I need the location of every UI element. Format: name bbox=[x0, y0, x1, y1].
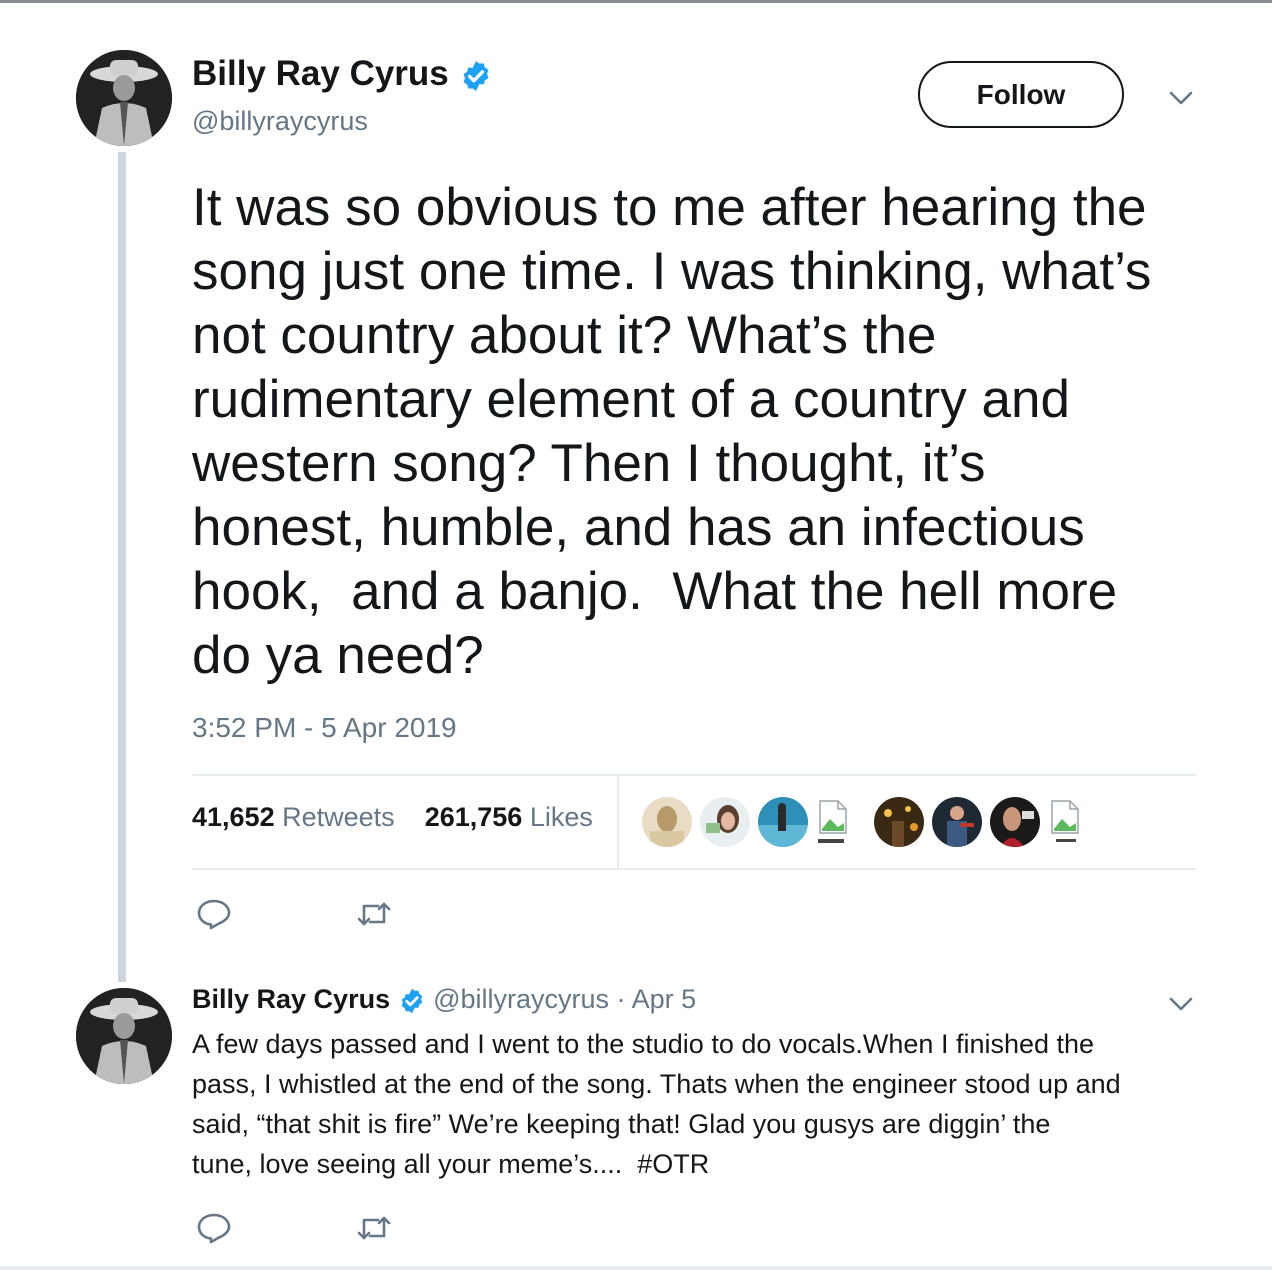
engagement-stats: 41,652 Retweets 261,756 Likes bbox=[192, 802, 593, 833]
avatar-photo-icon bbox=[76, 988, 172, 1084]
tweet-text: It was so obvious to me after hearing th… bbox=[192, 176, 1202, 688]
retweet-icon[interactable] bbox=[356, 898, 392, 930]
verified-badge-icon bbox=[463, 60, 488, 91]
likes-label: Likes bbox=[529, 802, 593, 832]
reply-date[interactable]: · Apr 5 bbox=[617, 984, 697, 1014]
tweet-text-line: hook, and a banjo. What the hell more bbox=[192, 562, 1118, 621]
verified-badge-icon bbox=[401, 988, 422, 1014]
window-bottom-border bbox=[0, 1266, 1272, 1270]
broken-image-icon bbox=[818, 800, 847, 843]
liker-avatar[interactable] bbox=[758, 797, 808, 847]
tweet-text-line: honest, humble, and has an infectious bbox=[192, 498, 1085, 557]
author-handle[interactable]: @billyraycyrus bbox=[192, 106, 368, 137]
follow-button[interactable]: Follow bbox=[918, 61, 1124, 128]
tweet-text-line: song just one time. I was thinking, what… bbox=[192, 242, 1152, 301]
liker-avatar[interactable] bbox=[642, 797, 692, 847]
retweet-icon[interactable] bbox=[356, 1212, 392, 1244]
tweet-timestamp[interactable]: 3:52 PM - 5 Apr 2019 bbox=[192, 712, 457, 744]
liker-avatar[interactable] bbox=[874, 797, 924, 847]
liker-avatar[interactable] bbox=[700, 797, 750, 847]
retweets-stat[interactable]: 41,652 Retweets bbox=[192, 802, 395, 832]
reply-text-line: tune, love seeing all your meme’s.... #O… bbox=[192, 1149, 710, 1179]
tweet-text-line: do ya need? bbox=[192, 626, 484, 685]
reply-text-line: A few days passed and I went to the stud… bbox=[192, 1029, 1095, 1059]
tweet-text-line: not country about it? What’s the bbox=[192, 306, 937, 365]
chevron-down-icon[interactable] bbox=[1168, 90, 1194, 106]
reply-author-avatar[interactable] bbox=[76, 988, 172, 1084]
liker-avatar[interactable] bbox=[932, 797, 982, 847]
window-top-border bbox=[0, 0, 1272, 3]
author-name-row[interactable]: Billy Ray Cyrus bbox=[192, 54, 493, 94]
retweets-count: 41,652 bbox=[192, 802, 275, 832]
reply-text: A few days passed and I went to the stud… bbox=[192, 1024, 1172, 1184]
stats-divider-bottom bbox=[192, 868, 1196, 870]
stats-divider-top bbox=[192, 774, 1196, 776]
retweets-label: Retweets bbox=[282, 802, 395, 832]
author-name[interactable]: Billy Ray Cyrus bbox=[192, 54, 449, 93]
reply-author-name[interactable]: Billy Ray Cyrus bbox=[192, 984, 390, 1014]
tweet-text-line: western song? Then I thought, it’s bbox=[192, 434, 986, 493]
reply-author-handle[interactable]: @billyraycyrus bbox=[433, 984, 609, 1014]
author-avatar[interactable] bbox=[76, 50, 172, 146]
reply-text-line: pass, I whistled at the end of the song.… bbox=[192, 1069, 1121, 1099]
liker-avatar[interactable] bbox=[990, 797, 1040, 847]
likes-stat[interactable]: 261,756 Likes bbox=[425, 802, 593, 832]
reply-icon[interactable] bbox=[196, 898, 232, 930]
thread-connector-line bbox=[118, 152, 126, 982]
tweet-text-line: rudimentary element of a country and bbox=[192, 370, 1070, 429]
reply-header: Billy Ray Cyrus @billyraycyrus · Apr 5 bbox=[192, 984, 696, 1015]
chevron-down-icon[interactable] bbox=[1168, 996, 1194, 1012]
reply-text-line: said, “that shit is fire” We’re keeping … bbox=[192, 1109, 1051, 1139]
tweet-text-line: It was so obvious to me after hearing th… bbox=[192, 178, 1147, 237]
reply-icon[interactable] bbox=[196, 1212, 232, 1244]
likes-count: 261,756 bbox=[424, 802, 523, 832]
stats-vertical-divider bbox=[617, 776, 619, 868]
broken-image-icon bbox=[1051, 800, 1079, 842]
avatar-photo-icon bbox=[76, 50, 172, 146]
